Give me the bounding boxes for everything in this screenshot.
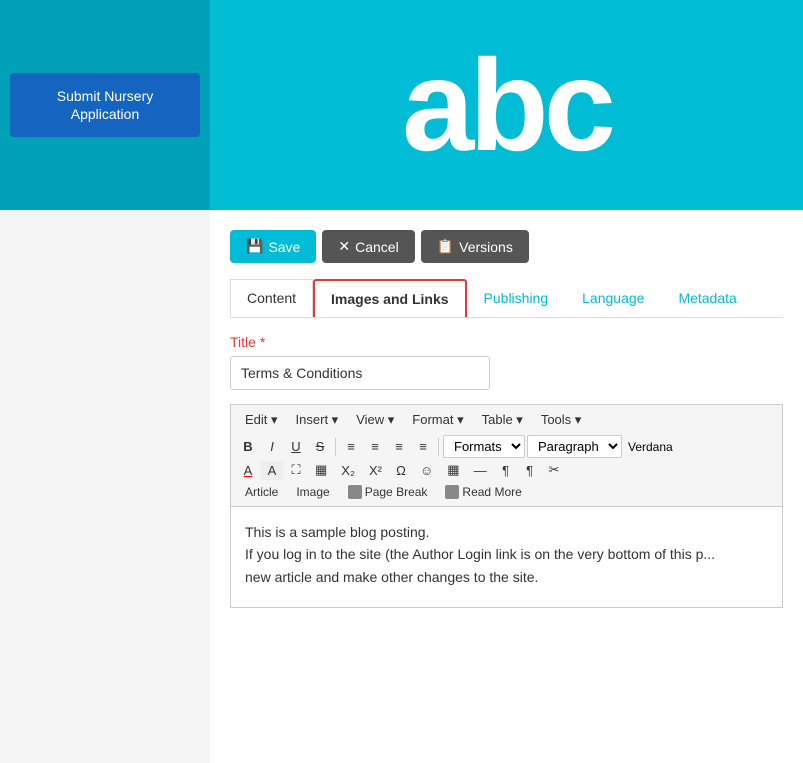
page-break-icon bbox=[348, 485, 362, 499]
menu-edit[interactable]: Edit ▾ bbox=[237, 409, 286, 431]
subscript-button[interactable]: X₂ bbox=[335, 461, 361, 480]
underline-button[interactable]: U bbox=[285, 437, 307, 456]
page-break-action[interactable]: Page Break bbox=[340, 482, 436, 502]
title-label-text: Title bbox=[230, 334, 256, 350]
align-left-button[interactable]: ≡ bbox=[340, 437, 362, 456]
hr-button[interactable]: — bbox=[468, 461, 493, 480]
fullscreen-button[interactable]: ⛶ bbox=[285, 460, 307, 480]
menu-view[interactable]: View ▾ bbox=[348, 409, 402, 431]
align-justify-button[interactable]: ≡ bbox=[412, 437, 434, 456]
emoticon-button[interactable]: ☺ bbox=[414, 461, 439, 480]
menu-table[interactable]: Table ▾ bbox=[474, 409, 531, 431]
editor-format-row-1: B I U S ≡ ≡ ≡ ≡ Formats Paragraph bbox=[237, 435, 776, 458]
menu-insert[interactable]: Insert ▾ bbox=[288, 409, 347, 431]
menu-tools[interactable]: Tools ▾ bbox=[533, 409, 590, 431]
show-blocks-button[interactable]: ¶ bbox=[495, 461, 517, 480]
editor-line-3: new article and make other changes to th… bbox=[245, 566, 768, 588]
separator-1 bbox=[335, 438, 336, 456]
tab-images-and-links[interactable]: Images and Links bbox=[313, 279, 466, 317]
editor-format-row-2: A A ⛶ ▦ X₂ X² Ω ☺ ▦ — ¶ ¶ ✂ bbox=[237, 460, 776, 480]
bold-button[interactable]: B bbox=[237, 437, 259, 456]
table-insert-button[interactable]: ▦ bbox=[309, 460, 333, 480]
tab-language[interactable]: Language bbox=[565, 279, 661, 317]
versions-icon: 📋 bbox=[437, 238, 454, 255]
media-button[interactable]: ▦ bbox=[441, 460, 465, 480]
save-icon: 💾 bbox=[246, 238, 263, 255]
title-field-label: Title * bbox=[230, 334, 783, 350]
align-right-button[interactable]: ≡ bbox=[388, 437, 410, 456]
title-input[interactable] bbox=[230, 356, 490, 390]
editor-body[interactable]: This is a sample blog posting. If you lo… bbox=[231, 507, 782, 607]
paragraph-dropdown[interactable]: Paragraph bbox=[527, 435, 622, 458]
versions-button[interactable]: 📋 Versions bbox=[421, 230, 529, 263]
tab-content[interactable]: Content bbox=[230, 279, 313, 317]
editor-menu-row: Edit ▾ Insert ▾ View ▾ Format ▾ Table ▾ … bbox=[237, 409, 776, 431]
read-more-icon bbox=[445, 485, 459, 499]
align-center-button[interactable]: ≡ bbox=[364, 437, 386, 456]
cancel-icon: ✕ bbox=[338, 238, 350, 255]
header-abc-logo: abc bbox=[210, 40, 803, 170]
cancel-button[interactable]: ✕ Cancel bbox=[322, 230, 414, 263]
font-color-button[interactable]: A bbox=[237, 461, 259, 480]
submit-nursery-application-button[interactable]: Submit Nursery Application bbox=[10, 73, 200, 137]
abc-logo-text: abc bbox=[402, 40, 611, 170]
font-dropdown-label: Verdana bbox=[624, 440, 677, 454]
cancel-label: Cancel bbox=[355, 239, 399, 255]
tab-metadata[interactable]: Metadata bbox=[661, 279, 753, 317]
image-action[interactable]: Image bbox=[288, 482, 337, 502]
tab-publishing[interactable]: Publishing bbox=[467, 279, 566, 317]
formats-dropdown[interactable]: Formats bbox=[443, 435, 525, 458]
separator-2 bbox=[438, 438, 439, 456]
article-action[interactable]: Article bbox=[237, 482, 286, 502]
editor-toolbar: Edit ▾ Insert ▾ View ▾ Format ▾ Table ▾ … bbox=[231, 405, 782, 507]
required-star: * bbox=[260, 334, 265, 350]
editor-line-1: This is a sample blog posting. bbox=[245, 521, 768, 543]
dir-rtl-button[interactable]: ¶ bbox=[519, 461, 541, 480]
cut-button[interactable]: ✂ bbox=[543, 460, 566, 480]
main-area: 💾 Save ✕ Cancel 📋 Versions Content Image… bbox=[0, 210, 803, 763]
editor-actions-row: Article Image Page Break Read More bbox=[237, 482, 776, 502]
editor-line-2: If you log in to the site (the Author Lo… bbox=[245, 543, 768, 565]
versions-label: Versions bbox=[459, 239, 513, 255]
main-content: 💾 Save ✕ Cancel 📋 Versions Content Image… bbox=[210, 210, 803, 763]
read-more-action[interactable]: Read More bbox=[437, 482, 529, 502]
highlight-button[interactable]: A bbox=[261, 461, 283, 480]
superscript-button[interactable]: X² bbox=[363, 461, 388, 480]
header: Submit Nursery Application abc bbox=[0, 0, 803, 210]
header-left: Submit Nursery Application bbox=[0, 0, 210, 210]
toolbar-buttons: 💾 Save ✕ Cancel 📋 Versions bbox=[230, 230, 783, 263]
sidebar bbox=[0, 210, 210, 763]
tabs: Content Images and Links Publishing Lang… bbox=[230, 279, 783, 318]
editor: Edit ▾ Insert ▾ View ▾ Format ▾ Table ▾ … bbox=[230, 404, 783, 608]
special-char-button[interactable]: Ω bbox=[390, 461, 412, 480]
save-label: Save bbox=[268, 239, 300, 255]
italic-button[interactable]: I bbox=[261, 437, 283, 456]
menu-format[interactable]: Format ▾ bbox=[404, 409, 471, 431]
strikethrough-button[interactable]: S bbox=[309, 437, 331, 456]
save-button[interactable]: 💾 Save bbox=[230, 230, 316, 263]
